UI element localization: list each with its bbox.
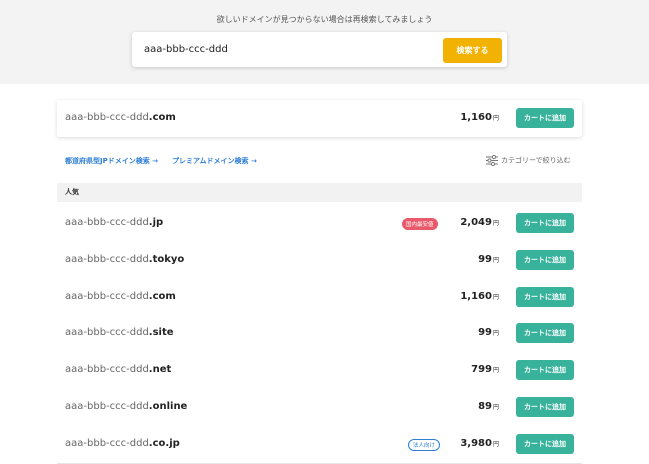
domain-tld: .net <box>148 364 172 376</box>
domain-price: 3,980円 <box>460 438 499 449</box>
filter-label: カテゴリーで絞り込む <box>501 156 571 165</box>
featured-add-to-cart-button[interactable]: カートに追加 <box>516 108 574 128</box>
add-to-cart-button[interactable]: カートに追加 <box>516 249 574 270</box>
domain-label: aaa-bbb-ccc-ddd.co.jp <box>65 438 180 449</box>
domain-tld: .tokyo <box>148 253 185 265</box>
featured-domain: aaa-bbb-ccc-ddd.com <box>65 112 176 123</box>
price-value: 3,980 <box>460 437 492 449</box>
price-unit: 円 <box>492 404 499 411</box>
add-to-cart-button[interactable]: カートに追加 <box>516 433 574 454</box>
domain-name: aaa-bbb-ccc-ddd <box>65 401 149 412</box>
domain-result-row: aaa-bbb-ccc-ddd.net 799円 カートに追加 <box>57 352 582 391</box>
price-unit: 円 <box>492 220 499 227</box>
add-to-cart-button[interactable]: カートに追加 <box>516 213 574 233</box>
search-hint: 欲しいドメインが見つからない場合は再検索してみましょう <box>216 15 433 24</box>
price-unit: 円 <box>492 293 499 301</box>
search-button[interactable]: 検索する <box>443 38 502 63</box>
jp-domain-search-link[interactable]: 都道府県型JPドメイン検索 → <box>65 156 158 166</box>
domain-tld: .online <box>148 401 188 412</box>
domain-name: aaa-bbb-ccc-ddd <box>65 327 149 339</box>
domain-name: aaa-bbb-ccc-ddd <box>65 290 149 302</box>
filter-sliders-icon <box>486 154 498 167</box>
domain-tld: .site <box>148 327 174 339</box>
domain-badge: 国内最安値 <box>402 218 438 230</box>
price-unit: 円 <box>492 367 499 375</box>
domain-result-row: aaa-bbb-ccc-ddd.online 89円 カートに追加 <box>57 389 582 427</box>
featured-result: aaa-bbb-ccc-ddd.com 1,160円 カートに追加 <box>57 100 582 137</box>
domain-label: aaa-bbb-ccc-ddd.net <box>65 364 171 375</box>
domain-price: 89円 <box>478 401 499 412</box>
price-unit: 円 <box>492 330 499 338</box>
price-value: 99 <box>478 327 492 339</box>
featured-price: 1,160円 <box>460 112 499 123</box>
price-value: 2,049 <box>460 217 492 228</box>
domain-name: aaa-bbb-ccc-ddd <box>65 253 149 265</box>
domain-result-row: aaa-bbb-ccc-ddd.jp 国内最安値 2,049円 カートに追加 <box>57 205 582 243</box>
domain-label: aaa-bbb-ccc-ddd.com <box>65 291 176 302</box>
domain-label: aaa-bbb-ccc-ddd.site <box>65 327 174 338</box>
price-value: 89 <box>478 401 492 412</box>
domain-price: 99円 <box>478 327 499 338</box>
section-title: 人気 <box>65 188 79 196</box>
search-input[interactable] <box>144 41 434 58</box>
price-value: 99 <box>478 253 492 265</box>
category-filter-button[interactable]: カテゴリーで絞り込む <box>486 154 571 167</box>
domain-label: aaa-bbb-ccc-ddd.tokyo <box>65 254 184 265</box>
domain-label: aaa-bbb-ccc-ddd.jp <box>65 217 163 228</box>
domain-label: aaa-bbb-ccc-ddd.online <box>65 401 187 412</box>
domain-tld: .co.jp <box>148 437 180 449</box>
domain-name: aaa-bbb-ccc-ddd <box>65 112 149 123</box>
domain-name: aaa-bbb-ccc-ddd <box>65 217 149 228</box>
search-section: 欲しいドメインが見つからない場合は再検索してみましょう 検索する <box>0 0 649 84</box>
add-to-cart-button[interactable]: カートに追加 <box>516 397 574 417</box>
add-to-cart-button[interactable]: カートに追加 <box>516 286 574 307</box>
price-unit: 円 <box>492 115 499 122</box>
domain-price: 799円 <box>471 364 499 375</box>
domain-price: 99円 <box>478 254 499 265</box>
domain-name: aaa-bbb-ccc-ddd <box>65 364 149 376</box>
add-to-cart-button[interactable]: カートに追加 <box>516 323 574 344</box>
price-value: 799 <box>471 364 492 376</box>
domain-result-row: aaa-bbb-ccc-ddd.co.jp 法人向け 3,980円 カートに追加 <box>57 425 582 464</box>
domain-result-row: aaa-bbb-ccc-ddd.site 99円 カートに追加 <box>57 315 582 354</box>
section-header-popular: 人気 <box>57 183 582 202</box>
domain-tld: .com <box>148 112 176 123</box>
domain-price: 2,049円 <box>460 217 499 228</box>
domain-result-row: aaa-bbb-ccc-ddd.com 1,160円 カートに追加 <box>57 278 582 317</box>
price-unit: 円 <box>492 256 499 264</box>
price-value: 1,160 <box>460 290 492 302</box>
domain-name: aaa-bbb-ccc-ddd <box>65 437 149 449</box>
domain-badge: 法人向け <box>408 438 441 451</box>
add-to-cart-button[interactable]: カートに追加 <box>516 360 574 381</box>
domain-tld: .jp <box>148 217 164 228</box>
domain-price: 1,160円 <box>460 291 499 302</box>
price-unit: 円 <box>492 440 499 448</box>
premium-domain-search-link[interactable]: プレミアムドメイン検索 → <box>172 156 257 166</box>
domain-result-row: aaa-bbb-ccc-ddd.tokyo 99円 カートに追加 <box>57 241 582 280</box>
price-value: 1,160 <box>460 112 492 123</box>
domain-tld: .com <box>148 290 176 302</box>
